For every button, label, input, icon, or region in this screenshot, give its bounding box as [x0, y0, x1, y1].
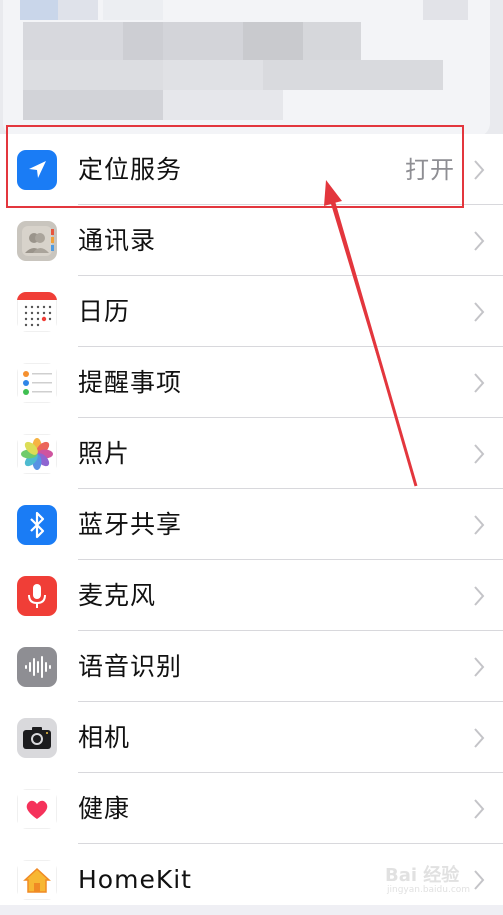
blurred-header [0, 0, 503, 140]
chevron-right-icon [474, 444, 485, 464]
settings-row-bluetooth-sharing[interactable]: 蓝牙共享 [0, 489, 503, 560]
health-heart-icon [17, 789, 57, 829]
calendar-icon [17, 292, 57, 332]
chevron-right-icon [474, 586, 485, 606]
privacy-settings-list: 定位服务 打开 通讯录 日历 提醒事项 照片 蓝牙共享 麦克风 语音识别 相机 … [0, 134, 503, 905]
settings-row-label: 健康 [78, 794, 131, 823]
chevron-right-icon [474, 728, 485, 748]
chevron-right-icon [474, 231, 485, 251]
settings-row-label: 相机 [78, 723, 131, 752]
chevron-right-icon [474, 302, 485, 322]
chevron-right-icon [474, 515, 485, 535]
settings-row-label: 麦克风 [78, 581, 157, 610]
settings-row-label: HomeKit [78, 865, 192, 894]
settings-row-speech-recognition[interactable]: 语音识别 [0, 631, 503, 702]
chevron-right-icon [474, 657, 485, 677]
contacts-icon [17, 221, 57, 261]
settings-row-label: 照片 [78, 439, 131, 468]
chevron-right-icon [474, 799, 485, 819]
settings-row-label: 提醒事项 [78, 368, 183, 397]
reminders-icon [17, 363, 57, 403]
settings-row-calendar[interactable]: 日历 [0, 276, 503, 347]
settings-row-reminders[interactable]: 提醒事项 [0, 347, 503, 418]
settings-row-microphone[interactable]: 麦克风 [0, 560, 503, 631]
chevron-right-icon [474, 160, 485, 180]
camera-icon [17, 718, 57, 758]
blurred-card [3, 0, 490, 137]
settings-row-contacts[interactable]: 通讯录 [0, 205, 503, 276]
settings-row-label: 语音识别 [78, 652, 183, 681]
speech-recognition-icon [17, 647, 57, 687]
settings-row-label: 蓝牙共享 [78, 510, 183, 539]
settings-row-photos[interactable]: 照片 [0, 418, 503, 489]
bluetooth-icon [17, 505, 57, 545]
homekit-house-icon [17, 860, 57, 900]
settings-row-health[interactable]: 健康 [0, 773, 503, 844]
annotation-highlight-box [6, 125, 464, 208]
photos-icon [17, 434, 57, 474]
settings-row-camera[interactable]: 相机 [0, 702, 503, 773]
microphone-icon [17, 576, 57, 616]
settings-row-label: 通讯录 [78, 226, 157, 255]
settings-row-label: 日历 [78, 297, 131, 326]
baidu-watermark-logo: Bai 经验 jingyan.baidu.com [385, 865, 471, 895]
chevron-right-icon [474, 373, 485, 393]
